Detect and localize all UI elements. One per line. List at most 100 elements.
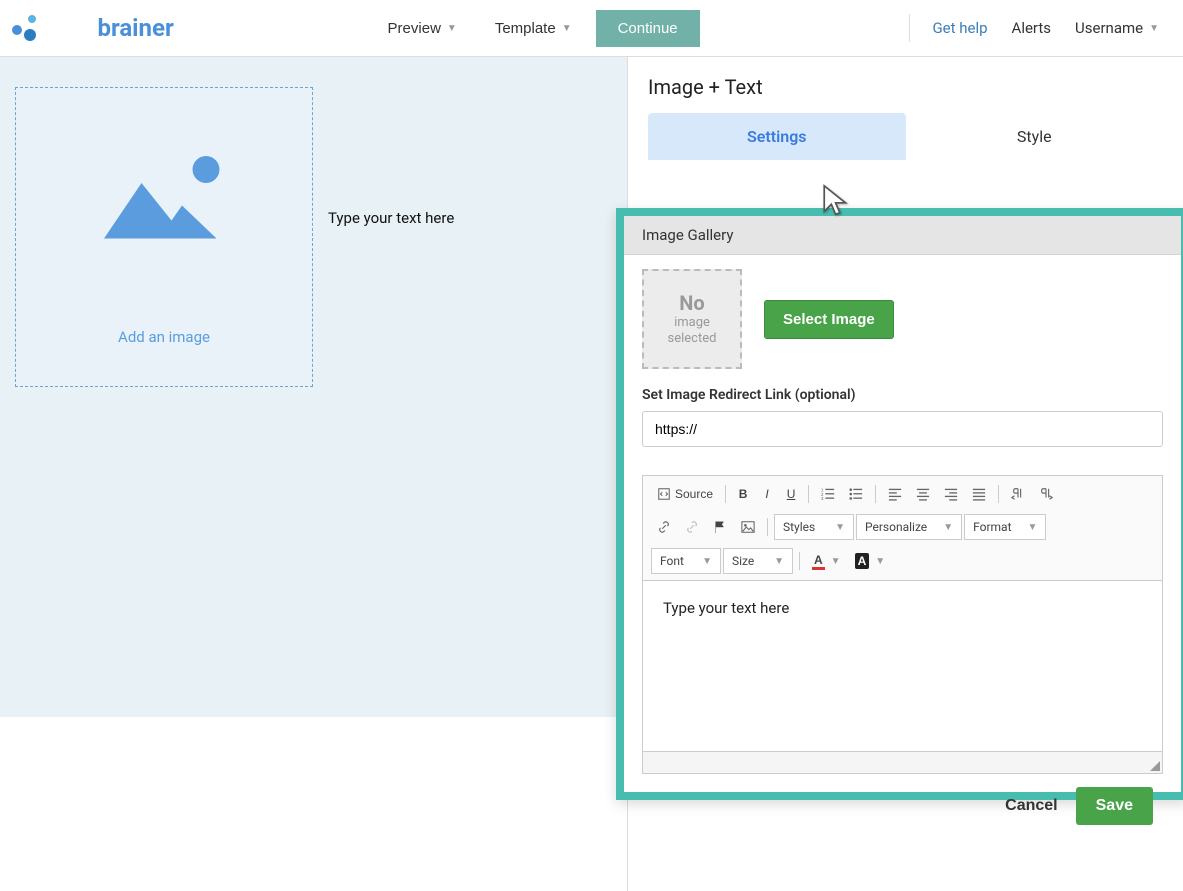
cancel-button[interactable]: Cancel: [1005, 797, 1057, 815]
chevron-down-icon: ▼: [1149, 23, 1159, 34]
panel-title: Image + Text: [628, 75, 1183, 113]
settings-panel: Image + Text Settings Style Image Galler…: [627, 57, 1183, 891]
canvas-area: Add an image Type your text here: [0, 57, 627, 717]
chevron-down-icon: ▼: [835, 522, 845, 533]
format-label: Format: [973, 520, 1011, 534]
separator: [808, 485, 809, 503]
unlink-icon: [685, 520, 699, 534]
styles-label: Styles: [783, 520, 815, 534]
logo-text-brainer: brainer: [97, 14, 173, 42]
separator: [799, 552, 800, 570]
italic-button[interactable]: I: [756, 482, 778, 506]
redirect-link-label: Set Image Redirect Link (optional): [642, 387, 1163, 403]
chevron-down-icon: ▼: [702, 556, 712, 567]
link-icon: [657, 520, 671, 534]
styles-dropdown[interactable]: Styles ▼: [774, 514, 854, 540]
svg-text:3: 3: [821, 496, 824, 501]
redirect-link-input[interactable]: [642, 411, 1163, 447]
separator: [998, 485, 999, 503]
settings-highlight-box: Image Gallery No image selected Select I…: [616, 208, 1183, 800]
chevron-down-icon: ▼: [562, 23, 572, 34]
text-color-icon: A: [812, 553, 825, 570]
resize-handle[interactable]: [1148, 759, 1160, 771]
select-image-button[interactable]: Select Image: [764, 300, 894, 339]
no-image-no: No: [679, 291, 704, 315]
image-select-row: No image selected Select Image: [642, 269, 1163, 369]
no-image-line2: selected: [668, 331, 717, 347]
main-content: Add an image Type your text here Image +…: [0, 57, 1183, 891]
ordered-list-icon: 123: [821, 487, 835, 501]
personalize-label: Personalize: [865, 520, 927, 534]
align-left-icon: [888, 487, 902, 501]
tab-settings[interactable]: Settings: [648, 113, 906, 160]
anchor-button[interactable]: [707, 515, 733, 539]
template-label: Template: [495, 20, 556, 37]
font-label: Font: [660, 554, 684, 568]
username-label: Username: [1075, 19, 1143, 37]
image-placeholder-icon: [16, 88, 312, 308]
unlink-button[interactable]: [679, 515, 705, 539]
app-header: mainbrainer Preview ▼ Template ▼ Continu…: [0, 0, 1183, 57]
editor-body[interactable]: Type your text here: [643, 581, 1162, 751]
chevron-down-icon: ▼: [943, 522, 953, 533]
logo-icon: [12, 15, 38, 41]
personalize-dropdown[interactable]: Personalize ▼: [856, 514, 962, 540]
template-dropdown[interactable]: Template ▼: [481, 12, 586, 45]
save-button[interactable]: Save: [1076, 787, 1153, 825]
nav-center: Preview ▼ Template ▼ Continue: [374, 10, 700, 47]
rtl-button[interactable]: [1033, 482, 1059, 506]
bold-button[interactable]: B: [732, 482, 754, 506]
chevron-down-icon: ▼: [831, 556, 841, 567]
text-color-button[interactable]: A▼: [806, 549, 847, 573]
bg-color-icon: A: [855, 553, 870, 569]
nav-right: Get help Alerts Username ▼: [899, 11, 1171, 45]
ordered-list-button[interactable]: 123: [815, 482, 841, 506]
divider: [909, 14, 910, 42]
align-right-button[interactable]: [938, 482, 964, 506]
chevron-down-icon: ▼: [875, 556, 885, 567]
source-icon: [657, 487, 671, 501]
align-justify-icon: [972, 487, 986, 501]
bg-color-button[interactable]: A▼: [849, 549, 892, 573]
chevron-down-icon: ▼: [774, 556, 784, 567]
chevron-down-icon: ▼: [447, 23, 457, 34]
source-button[interactable]: Source: [651, 482, 719, 506]
align-left-button[interactable]: [882, 482, 908, 506]
ltr-icon: [1011, 487, 1025, 501]
add-image-label: Add an image: [16, 308, 312, 386]
preview-label: Preview: [388, 20, 441, 37]
tab-style[interactable]: Style: [906, 113, 1164, 160]
align-center-button[interactable]: [910, 482, 936, 506]
chevron-down-icon: ▼: [1028, 522, 1038, 533]
source-label: Source: [675, 487, 713, 501]
size-label: Size: [732, 554, 754, 568]
size-dropdown[interactable]: Size ▼: [723, 548, 793, 574]
align-center-icon: [916, 487, 930, 501]
image-button[interactable]: [735, 515, 761, 539]
ltr-button[interactable]: [1005, 482, 1031, 506]
link-button[interactable]: [651, 515, 677, 539]
underline-button[interactable]: U: [780, 482, 802, 506]
preview-dropdown[interactable]: Preview ▼: [374, 12, 471, 45]
continue-button[interactable]: Continue: [596, 10, 700, 47]
separator: [875, 485, 876, 503]
format-dropdown[interactable]: Format ▼: [964, 514, 1046, 540]
get-help-link[interactable]: Get help: [920, 11, 999, 45]
separator: [725, 485, 726, 503]
username-dropdown[interactable]: Username ▼: [1063, 11, 1171, 45]
align-justify-button[interactable]: [966, 482, 992, 506]
editor-toolbar: Source B I U 123: [643, 476, 1162, 581]
unordered-list-button[interactable]: [843, 482, 869, 506]
image-icon: [741, 520, 755, 534]
align-right-icon: [944, 487, 958, 501]
alerts-link[interactable]: Alerts: [1000, 11, 1064, 45]
separator: [767, 518, 768, 536]
panel-tabs: Settings Style: [628, 113, 1183, 160]
gallery-body: No image selected Select Image Set Image…: [624, 255, 1181, 792]
editor-footer: [643, 751, 1162, 773]
image-text-widget[interactable]: Add an image: [15, 87, 313, 387]
text-placeholder[interactable]: Type your text here: [328, 209, 454, 227]
rich-text-editor: Source B I U 123: [642, 475, 1163, 774]
font-dropdown[interactable]: Font ▼: [651, 548, 721, 574]
no-image-line1: image: [674, 315, 710, 331]
